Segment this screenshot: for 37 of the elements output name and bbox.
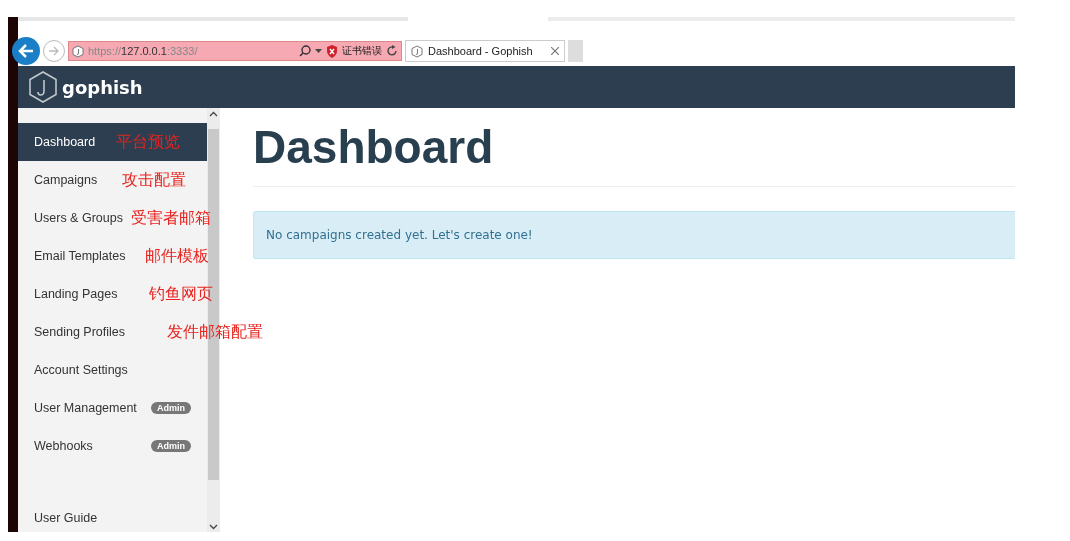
sidebar-item[interactable]: Sending Profiles: [18, 313, 130, 351]
sidebar-item[interactable]: Users & Groups: [18, 199, 127, 237]
page-icon: [72, 44, 84, 58]
sidebar-item[interactable]: Landing Pages: [18, 275, 122, 313]
browser-tab[interactable]: Dashboard - Gophish: [405, 40, 565, 62]
page-icon: [411, 44, 423, 58]
admin-badge: Admin: [151, 402, 191, 414]
page-title: Dashboard: [253, 120, 495, 175]
annotation-text: 邮件模板: [145, 246, 209, 266]
sidebar-item[interactable]: Email Templates: [18, 237, 130, 275]
refresh-icon[interactable]: [386, 45, 398, 57]
search-icon[interactable]: [299, 45, 311, 57]
arrow-left-icon: [18, 44, 34, 58]
sidebar-item[interactable]: User Guide: [18, 499, 207, 537]
address-bar[interactable]: https://127.0.0.1:3333/ 证书错误: [68, 41, 402, 61]
brand-name[interactable]: gophish: [62, 76, 143, 98]
cert-error-text[interactable]: 证书错误: [342, 44, 382, 58]
sidebar-item[interactable]: Campaigns: [18, 161, 102, 199]
error-shield-icon: [326, 44, 338, 58]
annotation-text: 钓鱼网页: [149, 284, 213, 304]
close-icon[interactable]: [551, 47, 559, 55]
annotation-text: 攻击配置: [122, 170, 186, 190]
sidebar-item[interactable]: User Management Admin: [18, 389, 207, 427]
admin-badge: Admin: [151, 440, 191, 452]
chevron-up-icon[interactable]: [209, 111, 218, 117]
annotation-text: 发件邮箱配置: [167, 322, 263, 342]
back-button[interactable]: [12, 37, 40, 65]
chevron-down-icon[interactable]: [209, 524, 218, 530]
url-text: https://127.0.0.1:3333/: [88, 45, 199, 57]
sidebar-item[interactable]: Webhooks Admin: [18, 427, 207, 465]
caret-icon[interactable]: [315, 49, 322, 53]
annotation-text: 受害者邮箱: [131, 208, 211, 228]
arrow-right-icon: [48, 46, 60, 56]
hexagon-hook-logo-icon: [28, 71, 58, 103]
sidebar-item[interactable]: Account Settings: [18, 351, 207, 389]
info-alert: No campaigns created yet. Let's create one!: [253, 211, 1015, 259]
annotation-text: 平台预览: [116, 132, 180, 152]
